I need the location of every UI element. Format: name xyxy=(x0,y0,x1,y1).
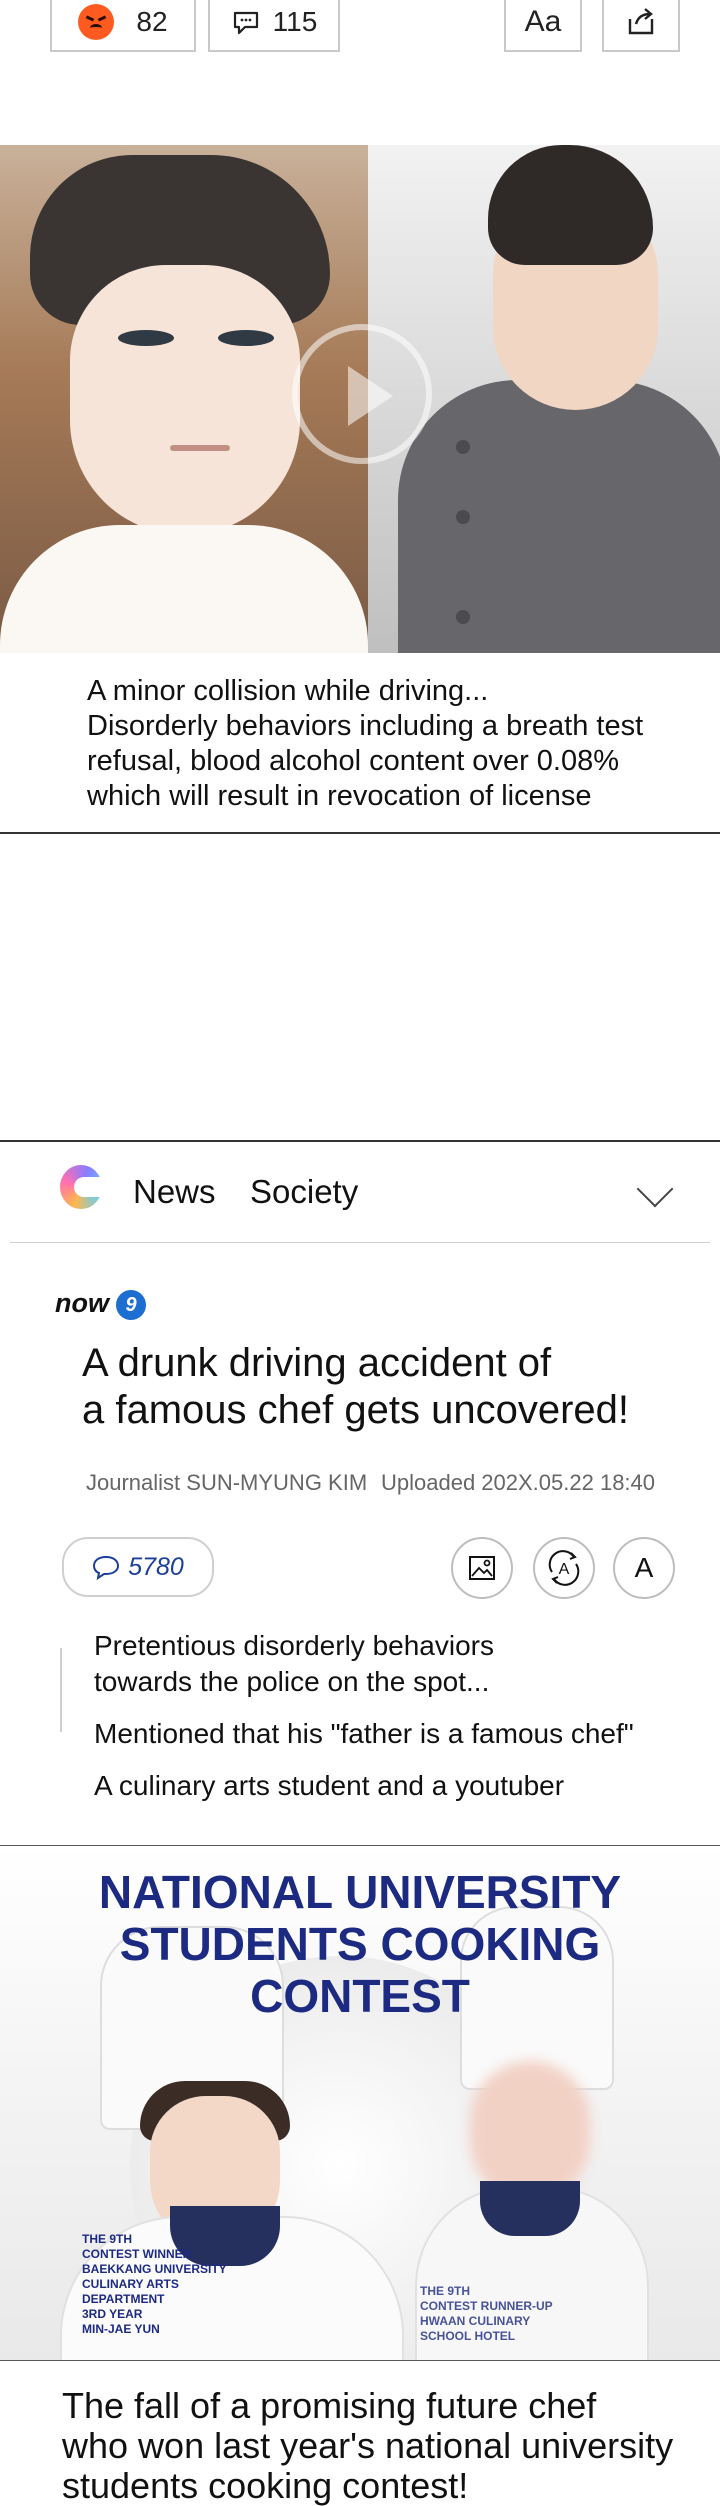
summary-line: Mentioned that his "father is a famous c… xyxy=(94,1718,634,1749)
angry-face-icon xyxy=(78,4,115,40)
image-icon xyxy=(469,1556,495,1580)
tab-society[interactable]: Society xyxy=(250,1173,358,1211)
font-size-label: Aa xyxy=(524,5,562,38)
upload-timestamp: Uploaded 202X.05.22 18:40 xyxy=(381,1470,656,1495)
share-icon xyxy=(628,8,654,35)
speech-bubble-icon xyxy=(93,1555,120,1580)
section-divider xyxy=(0,832,720,834)
comment-count: 115 xyxy=(272,6,318,37)
text-size-button[interactable]: A xyxy=(613,1537,675,1599)
reaction-angry-button[interactable]: 82 xyxy=(50,0,196,52)
summary-line: towards the police on the spot... xyxy=(94,1666,490,1697)
summary-line: Pretentious disorderly behaviors xyxy=(94,1630,494,1661)
text-to-speech-button[interactable]: A xyxy=(533,1537,595,1599)
reaction-count: 82 xyxy=(136,6,168,37)
section-divider xyxy=(0,1140,720,1142)
tab-news[interactable]: News xyxy=(133,1173,216,1211)
article-comment-count: 5780 xyxy=(128,1552,184,1581)
section-divider xyxy=(0,2360,720,2361)
read-aloud-icon: A xyxy=(548,1550,580,1586)
font-size-button[interactable]: Aa xyxy=(504,0,582,52)
quote-bar xyxy=(60,1648,62,1732)
article-headline: A drunk driving accident of a famous che… xyxy=(82,1341,629,1432)
comic-caption: A minor collision while driving... Disor… xyxy=(87,675,644,812)
second-headline: The fall of a promising future chef who … xyxy=(62,2385,674,2506)
summary-line: A culinary arts student and a youtuber xyxy=(94,1770,565,1801)
poster-title: NATIONAL UNIVERSITY STUDENTS COOKING CON… xyxy=(98,1866,622,2022)
image-view-button[interactable] xyxy=(451,1537,513,1599)
article-comments-button[interactable]: 5780 xyxy=(62,1537,214,1597)
news-brand-badge: 9 xyxy=(116,1290,146,1320)
speech-bubble-icon xyxy=(233,11,258,35)
winner-tag: THE 9TH CONTEST WINNER BAEKKANG UNIVERSI… xyxy=(82,2232,227,2336)
journalist-name: Journalist SUN-MYUNG KIM xyxy=(86,1470,368,1495)
video-play-icon[interactable] xyxy=(292,324,432,464)
svg-text:A: A xyxy=(559,1561,570,1578)
text-size-label: A xyxy=(634,1552,654,1583)
chevron-down-icon[interactable] xyxy=(636,1170,674,1208)
comments-button[interactable]: 115 xyxy=(208,0,340,52)
contest-poster-image: NATIONAL UNIVERSITY STUDENTS COOKING CON… xyxy=(0,1846,720,2360)
header-divider xyxy=(10,1242,710,1243)
news-app-logo-icon[interactable] xyxy=(60,1165,102,1209)
share-button[interactable] xyxy=(602,0,680,52)
news-brand-logo: now xyxy=(55,1288,109,1318)
runner-up-tag: THE 9TH CONTEST RUNNER-UP HWAAN CULINARY… xyxy=(420,2284,553,2343)
